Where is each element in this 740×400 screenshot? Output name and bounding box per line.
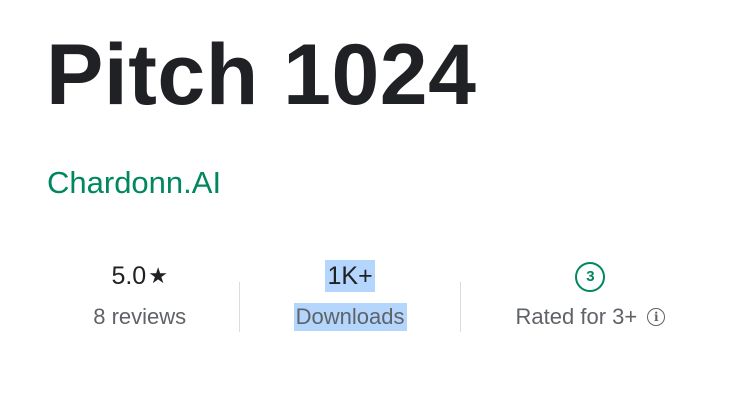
rating-value-row: 5.0 ★ — [111, 258, 168, 294]
app-stats-row: 5.0 ★ 8 reviews 1K+ Downloads 3 Rated fo… — [40, 258, 720, 358]
downloads-value: 1K+ — [325, 260, 375, 292]
downloads-value-row: 1K+ — [325, 258, 375, 294]
content-rating-label-row: Rated for 3+ i — [516, 303, 666, 331]
reviews-count: 8 reviews — [93, 304, 187, 329]
star-icon: ★ — [148, 263, 168, 288]
app-title: Pitch 1024 — [46, 27, 477, 123]
downloads-label-row: Downloads — [293, 303, 407, 331]
content-rating-label: Rated for 3+ — [515, 304, 638, 329]
content-rating-value-row: 3 — [575, 258, 606, 294]
downloads-stat: 1K+ Downloads — [240, 258, 459, 331]
content-rating-stat[interactable]: 3 Rated for 3+ i — [461, 258, 720, 331]
info-icon[interactable]: i — [647, 308, 666, 326]
rating-stat[interactable]: 5.0 ★ 8 reviews — [40, 258, 239, 331]
developer-link[interactable]: Chardonn.AI — [47, 163, 221, 203]
downloads-label: Downloads — [293, 303, 407, 331]
rating-value: 5.0 — [111, 262, 147, 290]
content-rating-badge-icon: 3 — [575, 262, 606, 292]
